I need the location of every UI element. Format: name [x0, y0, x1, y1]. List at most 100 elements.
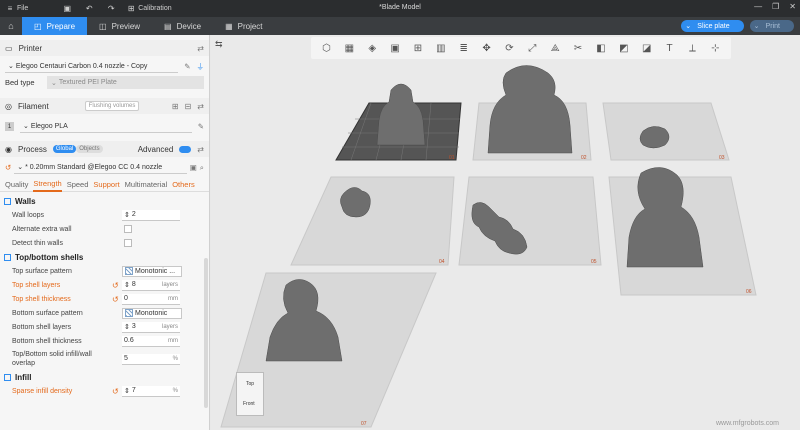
bed-type-value: Textured PEI Plate: [58, 79, 117, 86]
seam-paint-icon[interactable]: ◪: [640, 42, 653, 55]
top-surface-pattern-select[interactable]: Monotonic ...: [122, 265, 182, 277]
detect-thin-walls-checkbox[interactable]: [124, 239, 132, 247]
tab-project[interactable]: ▦ Project: [213, 17, 274, 35]
settings-icon[interactable]: ⇄: [197, 44, 204, 53]
solid-infill-overlap-input[interactable]: 5%: [122, 353, 180, 365]
wall-loops-input[interactable]: ⇕ 2: [122, 209, 180, 221]
bottom-shell-layers-input[interactable]: ⇕ 3 layers: [122, 321, 180, 333]
orient-icon[interactable]: ◈: [366, 42, 379, 55]
tab-preview[interactable]: ◫ Preview: [87, 17, 152, 35]
bottom-shell-thickness-input[interactable]: 0.6 mm: [122, 335, 180, 347]
top-shell-layers-input[interactable]: ⇕ 8 layers: [122, 279, 180, 291]
reset-icon[interactable]: ↺: [5, 163, 11, 172]
search-icon[interactable]: ⌕: [200, 163, 204, 173]
prepare-icon: ◰: [34, 21, 42, 31]
add-object-icon[interactable]: ⬡: [320, 42, 333, 55]
restore-icon[interactable]: ❐: [772, 2, 779, 11]
edit-icon[interactable]: ✎: [198, 122, 204, 131]
top-surface-pattern-row: Top surface pattern Monotonic ...: [0, 264, 209, 278]
layers-icon[interactable]: ▥: [434, 42, 447, 55]
tab-support[interactable]: Support: [93, 180, 119, 189]
reset-icon[interactable]: ↺: [112, 295, 122, 304]
tab-multimaterial[interactable]: Multimaterial: [125, 180, 168, 189]
calibration-menu[interactable]: ⊞ Calibration: [121, 0, 176, 17]
wifi-icon[interactable]: ⏚: [197, 61, 205, 72]
settings-panel: ▭ Printer ⇄ ⌄ Elegoo Centauri Carbon 0.4…: [0, 35, 210, 430]
tab-prepare[interactable]: ◰ Prepare: [22, 17, 88, 35]
move-icon[interactable]: ✥: [480, 42, 493, 55]
build-plate-4[interactable]: [290, 176, 455, 266]
home-icon[interactable]: ⌂: [0, 17, 22, 35]
save-icon[interactable]: ▣: [62, 4, 72, 14]
reset-icon[interactable]: ↺: [112, 387, 122, 396]
filament-select[interactable]: ⌄ Elegoo PLA: [20, 120, 192, 133]
bottom-surface-pattern-select[interactable]: Monotonic: [122, 307, 182, 319]
grid-view-icon[interactable]: ▦: [343, 42, 356, 55]
3d-viewport[interactable]: 01 02 03 04 05 06 07 www.mfgrobots.com ⇆…: [211, 35, 800, 430]
bed-type-select[interactable]: ⌄ Textured PEI Plate: [47, 76, 204, 89]
settings-scrollbar[interactable]: [204, 258, 208, 408]
measure-icon[interactable]: ⟂: [686, 42, 699, 55]
lay-on-face-icon[interactable]: ⟁: [549, 42, 562, 55]
sync-icon[interactable]: ⇄: [197, 145, 204, 154]
view-cube[interactable]: Top Front: [236, 372, 264, 416]
add-filament-icon[interactable]: ⊞: [172, 102, 179, 111]
process-section-header[interactable]: ◉ Process Global Objects Advanced ⇄: [0, 141, 209, 157]
infill-title: Infill: [15, 372, 32, 382]
collapse-panel-icon[interactable]: ⇆: [215, 39, 223, 50]
save-icon[interactable]: ▣: [190, 163, 197, 172]
sparse-infill-density-input[interactable]: ⇕ 7%: [122, 385, 180, 397]
top-shell-thickness-value: 0: [124, 295, 128, 302]
chevron-down-icon[interactable]: ⌄: [754, 22, 766, 30]
cut-icon[interactable]: ✂: [572, 42, 585, 55]
tab-strength[interactable]: Strength: [33, 178, 62, 192]
process-global-toggle[interactable]: Global: [52, 145, 77, 153]
process-profile-select[interactable]: ⌄ * 0.20mm Standard @Elegoo CC 0.4 nozzl…: [14, 161, 187, 174]
top-shell-thickness-input[interactable]: 0 mm: [122, 293, 180, 305]
calibration-icon: ⊞: [127, 4, 135, 13]
tab-project-label: Project: [237, 21, 263, 31]
printer-section-header[interactable]: ▭ Printer ⇄: [0, 40, 209, 56]
rotate-icon[interactable]: ⟳: [503, 42, 516, 55]
file-menu[interactable]: ≡ File: [0, 0, 33, 17]
undo-icon[interactable]: ↶: [84, 4, 94, 14]
assembly-view-icon[interactable]: ⊹: [709, 42, 722, 55]
model-bust-plate-1[interactable]: [376, 83, 426, 146]
scale-icon[interactable]: ⤢: [526, 42, 539, 55]
list-icon[interactable]: ≣: [457, 42, 470, 55]
minimize-icon[interactable]: —: [754, 2, 762, 11]
tab-others[interactable]: Others: [172, 180, 195, 189]
flushing-volumes-button[interactable]: Flushing volumes: [84, 101, 140, 111]
remove-filament-icon[interactable]: ⊟: [185, 102, 192, 111]
close-icon[interactable]: ✕: [789, 2, 796, 11]
chevron-down-icon[interactable]: ⌄: [685, 22, 697, 30]
split-plate-icon[interactable]: ⊞: [411, 42, 424, 55]
slice-plate-button[interactable]: ⌄ Slice plate: [681, 20, 744, 32]
reset-icon[interactable]: ↺: [112, 281, 122, 290]
tab-device[interactable]: ▤ Device: [152, 17, 213, 35]
alternate-extra-wall-checkbox[interactable]: [124, 225, 132, 233]
infill-group-icon: [4, 373, 11, 381]
print-button[interactable]: ⌄ Print: [749, 20, 794, 32]
boolean-icon[interactable]: ◧: [594, 42, 607, 55]
model-clown-bust[interactable]: [487, 65, 573, 154]
tab-speed[interactable]: Speed: [67, 180, 89, 189]
printer-select[interactable]: ⌄ Elegoo Centauri Carbon 0.4 nozzle - Co…: [5, 60, 179, 73]
sync-icon[interactable]: ⇄: [197, 102, 204, 111]
sparse-infill-density-row: Sparse infill density ↺ ⇕ 7%: [0, 384, 209, 398]
filament-section-header[interactable]: ◎ Filament Flushing volumes ⊞ ⊟ ⇄: [0, 98, 209, 114]
filament-slot-number: 1: [5, 122, 14, 131]
process-objects-toggle[interactable]: Objects: [76, 145, 103, 153]
stepper-icon: ⇕: [124, 323, 130, 331]
edit-icon[interactable]: ✎: [184, 62, 190, 71]
arrange-icon[interactable]: ▣: [389, 42, 402, 55]
filament-icon: ◎: [5, 101, 12, 111]
redo-icon[interactable]: ↷: [106, 4, 116, 14]
alternate-extra-wall-row: Alternate extra wall: [0, 222, 209, 236]
support-paint-icon[interactable]: ◩: [617, 42, 630, 55]
walls-group-title: Walls: [0, 194, 209, 208]
text-tool-icon[interactable]: T: [663, 42, 676, 55]
process-header: Process: [17, 144, 47, 154]
advanced-toggle[interactable]: [179, 145, 192, 153]
tab-quality[interactable]: Quality: [5, 180, 28, 189]
